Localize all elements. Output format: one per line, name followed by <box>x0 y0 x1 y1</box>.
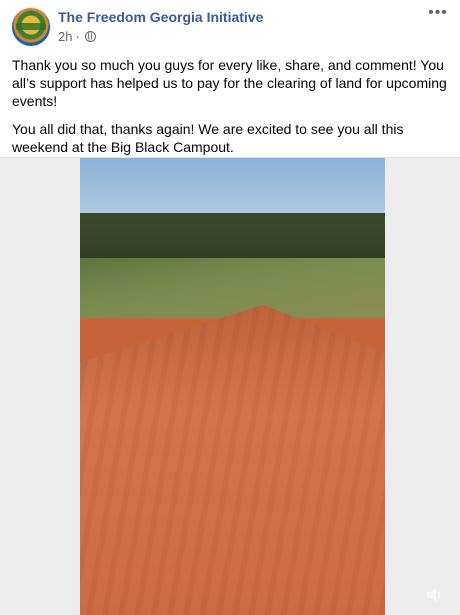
post-timestamp[interactable]: 2h <box>58 29 72 44</box>
speaker-icon[interactable] <box>424 585 444 605</box>
page-avatar[interactable] <box>12 8 50 46</box>
post-paragraph: Thank you so much you guys for every lik… <box>12 57 447 109</box>
video-grass <box>80 258 385 318</box>
post-header: The Freedom Georgia Initiative 2h · ••• <box>0 0 460 52</box>
post-paragraph: You all did that, thanks again! We are e… <box>12 121 404 155</box>
post-meta: 2h · <box>58 29 96 44</box>
post-text: Thank you so much you guys for every lik… <box>12 56 448 166</box>
more-options-icon[interactable]: ••• <box>426 5 450 24</box>
meta-separator: · <box>75 29 80 44</box>
video-player[interactable] <box>0 157 460 615</box>
video-cleared-land <box>80 304 385 615</box>
globe-icon[interactable] <box>84 31 96 42</box>
video-frame[interactable] <box>80 158 385 615</box>
page-name-link[interactable]: The Freedom Georgia Initiative <box>58 9 263 25</box>
